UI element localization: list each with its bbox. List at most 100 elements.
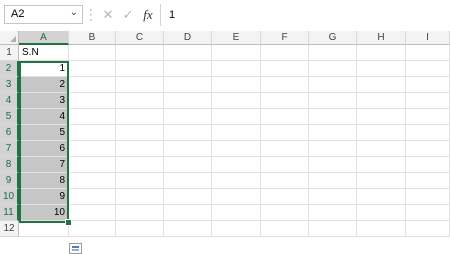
cell-e7[interactable] <box>212 141 261 157</box>
column-header-d[interactable]: D <box>164 31 212 45</box>
row-header-7[interactable]: 7 <box>0 141 19 157</box>
row-header-9[interactable]: 9 <box>0 173 19 189</box>
cell-g8[interactable] <box>309 157 357 173</box>
cell-e10[interactable] <box>212 189 261 205</box>
name-box[interactable]: A2 ⌄ <box>4 5 83 24</box>
cell-d9[interactable] <box>164 173 212 189</box>
cell-b5[interactable] <box>69 109 116 125</box>
insert-function-icon[interactable]: fx <box>141 7 155 23</box>
cell-f12[interactable] <box>261 221 309 237</box>
row-header-5[interactable]: 5 <box>0 109 19 125</box>
cell-d4[interactable] <box>164 93 212 109</box>
cell-i3[interactable] <box>406 77 450 93</box>
cell-c8[interactable] <box>116 157 164 173</box>
chevron-down-icon[interactable]: ⌄ <box>70 7 78 18</box>
cell-c11[interactable] <box>116 205 164 221</box>
row-header-6[interactable]: 6 <box>0 125 19 141</box>
worksheet-grid[interactable]: A B C D E F G H I 1 S.N 2 1 3 2 4 3 5 4 6 5 7 6 8 7 9 8 10 9 11 10 12 <box>0 31 450 254</box>
cell-g9[interactable] <box>309 173 357 189</box>
cell-f7[interactable] <box>261 141 309 157</box>
cell-d7[interactable] <box>164 141 212 157</box>
cell-c6[interactable] <box>116 125 164 141</box>
cell-c10[interactable] <box>116 189 164 205</box>
cell-c2[interactable] <box>116 61 164 77</box>
cell-f8[interactable] <box>261 157 309 173</box>
row-header-12[interactable]: 12 <box>0 221 19 237</box>
cell-d6[interactable] <box>164 125 212 141</box>
cell-e6[interactable] <box>212 125 261 141</box>
cell-f4[interactable] <box>261 93 309 109</box>
cell-a5[interactable]: 4 <box>19 109 69 125</box>
cell-b8[interactable] <box>69 157 116 173</box>
cell-d2[interactable] <box>164 61 212 77</box>
cell-a9[interactable]: 8 <box>19 173 69 189</box>
cell-d5[interactable] <box>164 109 212 125</box>
row-header-10[interactable]: 10 <box>0 189 19 205</box>
cell-f1[interactable] <box>261 45 309 61</box>
cell-g1[interactable] <box>309 45 357 61</box>
select-all-button[interactable] <box>0 31 19 45</box>
cell-i5[interactable] <box>406 109 450 125</box>
row-header-3[interactable]: 3 <box>0 77 19 93</box>
cell-g12[interactable] <box>309 221 357 237</box>
cell-g4[interactable] <box>309 93 357 109</box>
cell-i2[interactable] <box>406 61 450 77</box>
cell-f11[interactable] <box>261 205 309 221</box>
quick-analysis-icon[interactable] <box>69 243 82 254</box>
cell-i6[interactable] <box>406 125 450 141</box>
cell-f6[interactable] <box>261 125 309 141</box>
cell-a12[interactable] <box>19 221 69 237</box>
cell-f3[interactable] <box>261 77 309 93</box>
cell-a11[interactable]: 10 <box>19 205 69 221</box>
cell-e4[interactable] <box>212 93 261 109</box>
column-header-i[interactable]: I <box>406 31 450 45</box>
cell-g3[interactable] <box>309 77 357 93</box>
cell-g7[interactable] <box>309 141 357 157</box>
cell-a2[interactable]: 1 <box>19 61 69 77</box>
grip-dots-icon[interactable]: · · · <box>89 5 93 26</box>
cell-e8[interactable] <box>212 157 261 173</box>
cell-c3[interactable] <box>116 77 164 93</box>
cell-d12[interactable] <box>164 221 212 237</box>
cell-b12[interactable] <box>69 221 116 237</box>
cell-h7[interactable] <box>357 141 406 157</box>
cell-d8[interactable] <box>164 157 212 173</box>
cell-d11[interactable] <box>164 205 212 221</box>
cell-d1[interactable] <box>164 45 212 61</box>
cell-g6[interactable] <box>309 125 357 141</box>
cell-i9[interactable] <box>406 173 450 189</box>
cell-f2[interactable] <box>261 61 309 77</box>
column-header-g[interactable]: G <box>309 31 357 45</box>
cell-h6[interactable] <box>357 125 406 141</box>
cell-i1[interactable] <box>406 45 450 61</box>
cancel-icon[interactable]: ✕ <box>101 7 115 23</box>
cell-b4[interactable] <box>69 93 116 109</box>
formula-input[interactable]: 1 <box>160 4 450 26</box>
cell-e11[interactable] <box>212 205 261 221</box>
cell-a6[interactable]: 5 <box>19 125 69 141</box>
cell-h10[interactable] <box>357 189 406 205</box>
cell-a7[interactable]: 6 <box>19 141 69 157</box>
row-header-8[interactable]: 8 <box>0 157 19 173</box>
cell-i12[interactable] <box>406 221 450 237</box>
cell-e3[interactable] <box>212 77 261 93</box>
cell-f9[interactable] <box>261 173 309 189</box>
cell-c1[interactable] <box>116 45 164 61</box>
cell-h3[interactable] <box>357 77 406 93</box>
cell-i11[interactable] <box>406 205 450 221</box>
cell-i8[interactable] <box>406 157 450 173</box>
cell-a8[interactable]: 7 <box>19 157 69 173</box>
column-header-a[interactable]: A <box>19 31 69 45</box>
enter-icon[interactable]: ✓ <box>121 7 135 23</box>
column-header-c[interactable]: C <box>116 31 164 45</box>
cell-e1[interactable] <box>212 45 261 61</box>
cell-h2[interactable] <box>357 61 406 77</box>
row-header-11[interactable]: 11 <box>0 205 19 221</box>
cell-e12[interactable] <box>212 221 261 237</box>
cell-a1[interactable]: S.N <box>19 45 69 61</box>
cell-e9[interactable] <box>212 173 261 189</box>
cell-d10[interactable] <box>164 189 212 205</box>
cell-b2[interactable] <box>69 61 116 77</box>
cell-a10[interactable]: 9 <box>19 189 69 205</box>
column-header-f[interactable]: F <box>261 31 309 45</box>
